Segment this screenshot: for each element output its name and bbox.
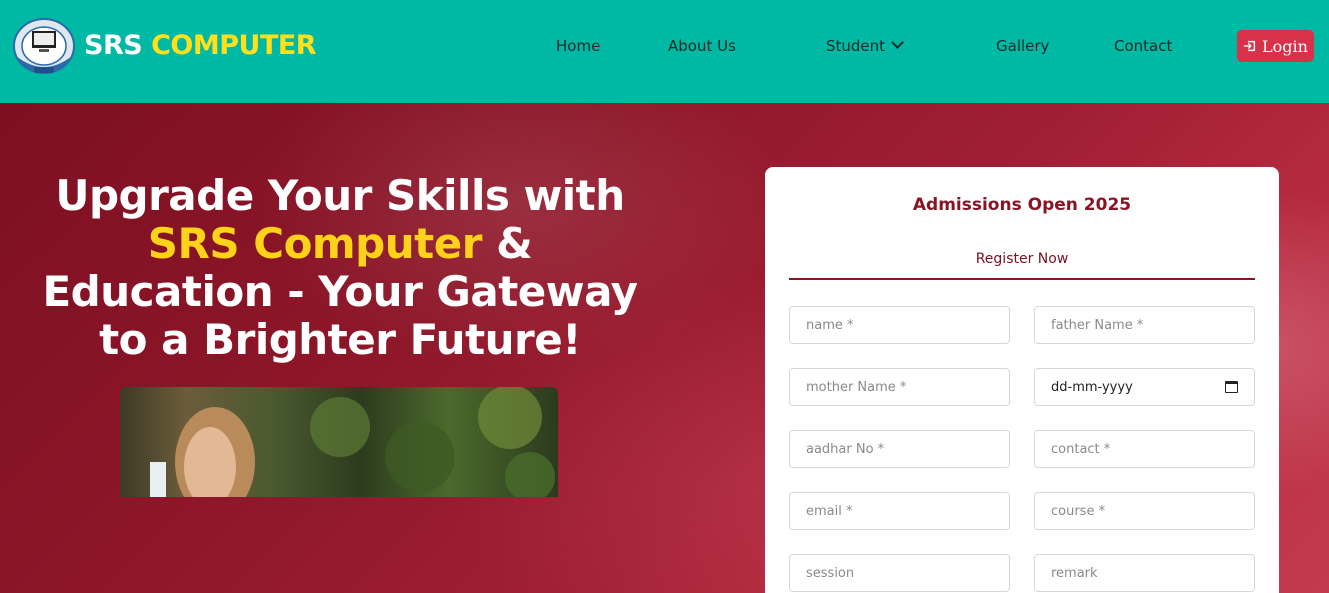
session-input[interactable] <box>789 554 1010 592</box>
nav-contact[interactable]: Contact <box>1114 37 1172 55</box>
hero-title-highlight: SRS Computer <box>147 219 483 268</box>
login-label: Login <box>1262 36 1308 56</box>
brand-name[interactable]: SRS COMPUTER <box>84 30 317 61</box>
chevron-down-icon <box>891 36 904 49</box>
student-photo-image <box>150 387 555 497</box>
contact-input[interactable] <box>1034 430 1255 468</box>
srs-logo-icon[interactable] <box>12 14 76 78</box>
dob-date-input[interactable]: dd-mm-yyyy <box>1034 368 1255 406</box>
form-title: Admissions Open 2025 <box>912 195 1132 215</box>
admission-form-card: Admissions Open 2025 Register Now dd-mm-… <box>765 167 1279 593</box>
father-name-input[interactable] <box>1034 306 1255 344</box>
hero-title: Upgrade Your Skills with SRS Computer & … <box>40 172 640 364</box>
nav-about-us[interactable]: About Us <box>668 37 736 55</box>
hero-student-photo <box>120 387 558 497</box>
course-input[interactable] <box>1034 492 1255 530</box>
remark-input[interactable] <box>1034 554 1255 592</box>
mother-name-input[interactable] <box>789 368 1010 406</box>
aadhar-input[interactable] <box>789 430 1010 468</box>
nav-student[interactable]: Student <box>826 36 904 55</box>
hero-title-line1: Upgrade Your Skills with <box>55 171 625 220</box>
brand-part-computer: COMPUTER <box>151 30 317 61</box>
tab-register-now[interactable]: Register Now <box>789 251 1255 267</box>
nav-gallery[interactable]: Gallery <box>996 37 1049 55</box>
nav-student-label: Student <box>826 37 886 55</box>
name-input[interactable] <box>789 306 1010 344</box>
tab-underline <box>789 278 1255 280</box>
site-header: SRS COMPUTER Home About Us Student Galle… <box>0 0 1329 103</box>
brand-part-srs: SRS <box>84 30 143 61</box>
login-button[interactable]: Login <box>1237 30 1314 62</box>
calendar-icon[interactable] <box>1225 381 1238 393</box>
nav-home[interactable]: Home <box>556 37 600 55</box>
login-icon <box>1243 40 1256 52</box>
dob-placeholder: dd-mm-yyyy <box>1051 379 1133 395</box>
email-input[interactable] <box>789 492 1010 530</box>
